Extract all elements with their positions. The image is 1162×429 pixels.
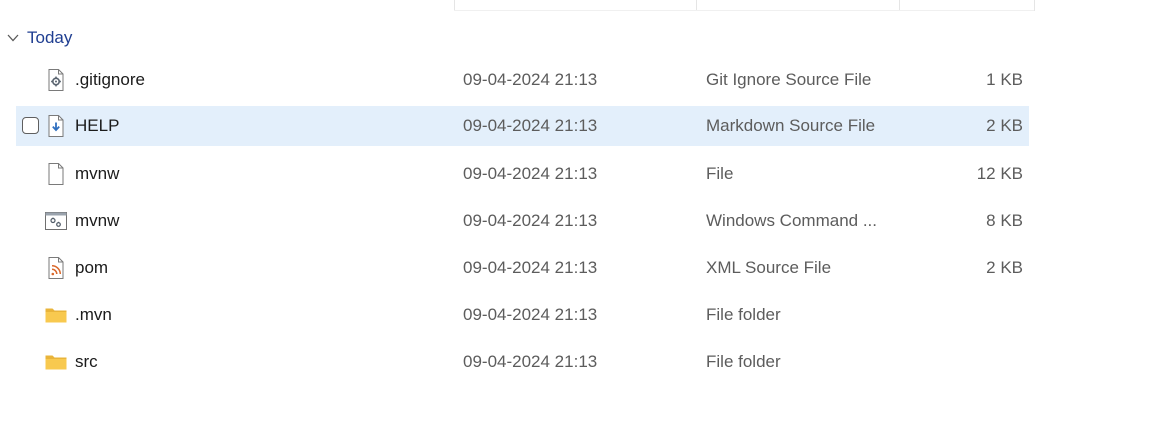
file-date-modified: 09-04-2024 21:13 [463, 305, 598, 324]
group-header-today[interactable]: Today [4, 26, 72, 50]
file-date-modified: 09-04-2024 21:13 [463, 258, 598, 277]
file-type: File [706, 164, 734, 183]
command-script-icon [44, 209, 68, 233]
file-name: src [75, 352, 98, 371]
file-row[interactable]: mvnw 09-04-2024 21:13 Windows Command ..… [16, 201, 1029, 241]
folder-icon [44, 303, 68, 327]
file-date-modified: 09-04-2024 21:13 [463, 164, 598, 183]
file-size: 2 KB [986, 258, 1023, 277]
column-divider [1034, 0, 1035, 11]
folder-icon [44, 350, 68, 374]
file-name: mvnw [75, 211, 120, 230]
file-type: Git Ignore Source File [706, 70, 872, 89]
file-size: 8 KB [986, 211, 1023, 230]
file-size: 12 KB [976, 164, 1023, 183]
file-date-modified: 09-04-2024 21:13 [463, 352, 598, 371]
file-row[interactable]: .gitignore 09-04-2024 21:13 Git Ignore S… [16, 60, 1029, 100]
file-row[interactable]: pom 09-04-2024 21:13 XML Source File 2 K… [16, 248, 1029, 288]
column-header-border [454, 10, 1034, 11]
gear-file-icon [44, 68, 68, 92]
file-name: .mvn [75, 305, 112, 324]
rss-xml-file-icon [44, 256, 68, 280]
file-row[interactable]: mvnw 09-04-2024 21:13 File 12 KB [16, 154, 1029, 194]
file-date-modified: 09-04-2024 21:13 [463, 211, 598, 230]
file-date-modified: 09-04-2024 21:13 [463, 116, 598, 135]
file-type: Markdown Source File [706, 116, 876, 135]
row-select-checkbox[interactable] [22, 117, 39, 134]
folder-row[interactable]: src 09-04-2024 21:13 File folder [16, 342, 1029, 382]
file-name: mvnw [75, 164, 120, 183]
file-name: .gitignore [75, 70, 145, 89]
chevron-down-icon[interactable] [4, 29, 22, 47]
file-size: 1 KB [986, 70, 1023, 89]
file-type: File folder [706, 352, 781, 371]
blank-file-icon [44, 162, 68, 186]
file-type: File folder [706, 305, 781, 324]
file-name: pom [75, 258, 109, 277]
file-type: Windows Command ... [706, 211, 877, 230]
folder-row[interactable]: .mvn 09-04-2024 21:13 File folder [16, 295, 1029, 335]
file-row-selected[interactable]: HELP 09-04-2024 21:13 Markdown Source Fi… [16, 106, 1029, 146]
markdown-file-icon [44, 114, 68, 138]
file-name: HELP [75, 116, 120, 135]
file-size: 2 KB [986, 116, 1023, 135]
group-label: Today [27, 28, 73, 47]
file-type: XML Source File [706, 258, 832, 277]
file-date-modified: 09-04-2024 21:13 [463, 70, 598, 89]
file-explorer-details-view: Today .gitignore 09-04-2024 21:13 Git Ig… [0, 0, 1162, 429]
